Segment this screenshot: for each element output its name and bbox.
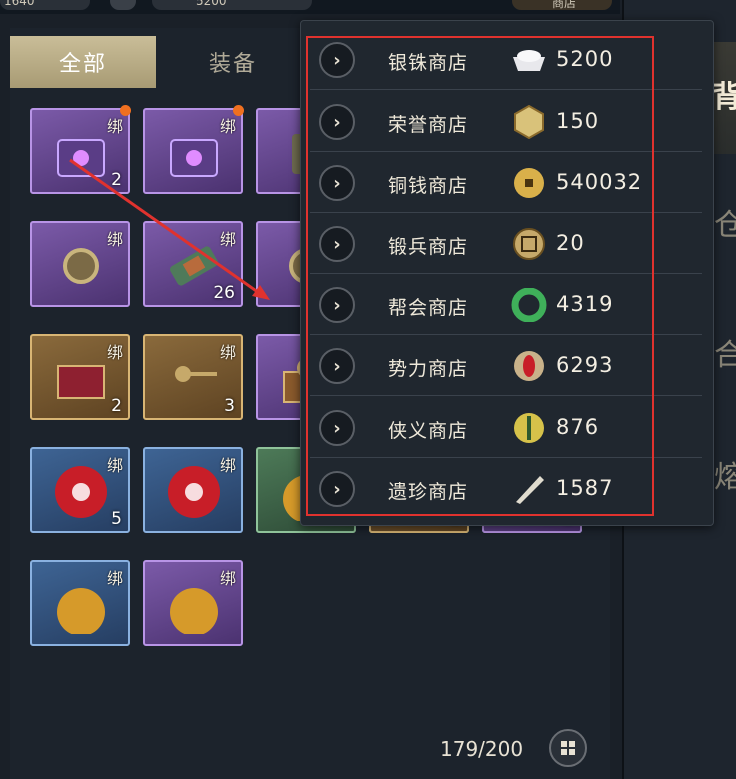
- bound-tag: 绑: [106, 117, 123, 136]
- top-mid-value: 5200: [196, 0, 227, 8]
- top-currency-bar: 1640 5200 商店: [0, 0, 620, 14]
- side-tab-bag[interactable]: 背: [712, 72, 736, 116]
- item-count: 5: [111, 509, 122, 529]
- inventory-slot[interactable]: 绑 26: [143, 221, 243, 307]
- gold-orb-icon: [57, 588, 105, 634]
- purple-chest-icon: [170, 139, 218, 177]
- inventory-slot[interactable]: 绑: [30, 560, 130, 646]
- red-jade-icon: [55, 466, 107, 518]
- bound-tag: 绑: [106, 343, 123, 362]
- inventory-slot[interactable]: 绑5: [30, 447, 130, 533]
- new-item-dot: [120, 105, 131, 116]
- grid-sort-icon: [561, 741, 575, 755]
- tab-equipment[interactable]: 装备: [160, 36, 306, 88]
- side-tab-warehouse[interactable]: 仓: [714, 200, 736, 244]
- inventory-slot[interactable]: 绑: [143, 105, 244, 194]
- top-currency-mid: [152, 0, 312, 10]
- side-tab-combine[interactable]: 合: [714, 330, 736, 374]
- bound-tag: 绑: [106, 569, 123, 588]
- top-shop-label: 商店: [552, 0, 577, 10]
- bound-tag: 绑: [219, 117, 236, 136]
- item-count: 3: [224, 396, 235, 416]
- gold-orb-icon: [170, 588, 218, 634]
- inventory-slot[interactable]: 绑3: [143, 334, 243, 420]
- red-jade-icon: [168, 466, 220, 518]
- inventory-slot[interactable]: 绑: [143, 560, 243, 646]
- bound-tag: 绑: [219, 456, 236, 475]
- inventory-slot[interactable]: 绑2: [30, 105, 131, 194]
- new-item-dot: [233, 105, 244, 116]
- purple-chest-icon: [57, 139, 105, 177]
- inventory-slot[interactable]: 绑: [143, 447, 243, 533]
- item-count: 2: [111, 170, 122, 190]
- bag-capacity: 179/200: [440, 737, 524, 761]
- item-count: 26: [213, 283, 235, 303]
- tab-all[interactable]: 全部: [10, 36, 156, 88]
- bound-tag: 绑: [106, 230, 123, 249]
- top-add-button[interactable]: [110, 0, 136, 10]
- red-chest-icon: [57, 365, 105, 399]
- bound-tag: 绑: [219, 343, 236, 362]
- bound-tag: 绑: [106, 456, 123, 475]
- sort-button[interactable]: [549, 729, 587, 767]
- bound-tag: 绑: [219, 230, 236, 249]
- item-count: 2: [111, 396, 122, 416]
- top-left-value: 1640: [4, 0, 35, 8]
- inventory-slot[interactable]: 绑2: [30, 334, 130, 420]
- inventory-slot[interactable]: 绑: [30, 221, 130, 307]
- highlight-annotation: [306, 36, 654, 516]
- key-icon: [175, 366, 217, 382]
- gear-part-icon: [63, 248, 99, 284]
- side-tab-smelt[interactable]: 熔: [714, 452, 736, 496]
- bound-tag: 绑: [219, 569, 236, 588]
